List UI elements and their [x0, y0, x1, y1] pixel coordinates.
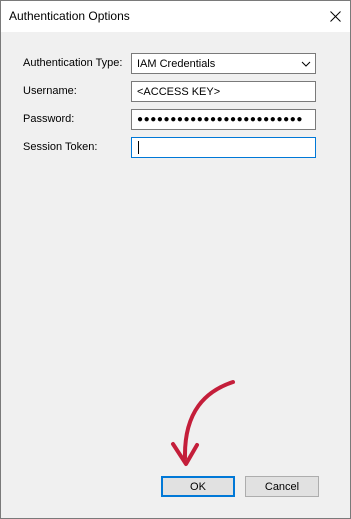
window-title: Authentication Options [9, 9, 130, 23]
auth-type-label: Authentication Type: [23, 57, 123, 69]
password-label: Password: [23, 113, 75, 125]
password-value: ●●●●●●●●●●●●●●●●●●●●●●●●● [137, 114, 304, 125]
password-field[interactable]: ●●●●●●●●●●●●●●●●●●●●●●●●● [131, 109, 316, 130]
title-bar: Authentication Options [1, 1, 350, 32]
dialog-content: Authentication Type: IAM Credentials Use… [1, 32, 350, 518]
close-button[interactable] [320, 1, 350, 32]
authentication-options-dialog: Authentication Options Authentication Ty… [0, 0, 351, 519]
cancel-button-label: Cancel [264, 480, 300, 493]
session-token-field[interactable] [131, 137, 316, 158]
cancel-button[interactable]: Cancel [245, 476, 319, 497]
ok-button[interactable]: OK [161, 476, 235, 497]
session-token-label: Session Token: [23, 141, 98, 153]
chevron-down-icon [301, 61, 311, 67]
auth-type-dropdown[interactable]: IAM Credentials [131, 53, 316, 74]
username-value: <ACCESS KEY> [137, 85, 221, 98]
close-icon [329, 11, 341, 22]
auth-type-value: IAM Credentials [137, 57, 216, 70]
username-label: Username: [23, 85, 77, 97]
username-field[interactable]: <ACCESS KEY> [131, 81, 316, 102]
text-cursor [138, 141, 139, 154]
ok-button-label: OK [190, 480, 206, 493]
